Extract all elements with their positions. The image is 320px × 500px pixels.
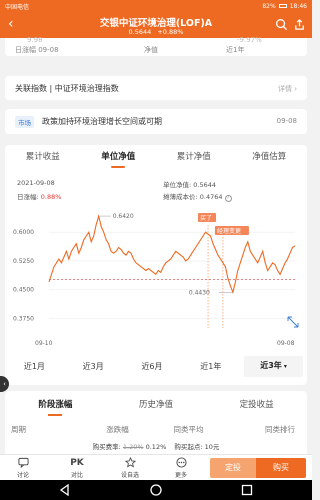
tab-sip-returns[interactable]: 定投收益 <box>206 395 307 415</box>
period-3y[interactable]: 近3年 ▾ <box>244 355 303 377</box>
search-icon[interactable] <box>275 18 288 31</box>
pk-compare-button[interactable]: PK 对比 <box>62 457 92 479</box>
tab-stage-returns[interactable]: 阶段涨幅 <box>5 395 106 416</box>
pk-icon: PK <box>70 458 84 468</box>
chart-daily-change: 日涨幅: 0.88% <box>17 191 61 201</box>
nav-recents-icon[interactable] <box>240 483 254 497</box>
chart-card: 累计收益 单位净值 累计净值 净值估算 2021-09-08 日涨幅: 0.88… <box>5 145 307 385</box>
tab-history-nav[interactable]: 历史净值 <box>106 395 207 415</box>
news-card[interactable]: 市场 政策加持环境治理增长空间或可期 09-08 <box>5 109 307 134</box>
col-peer-avg: 同类平均 <box>173 425 204 434</box>
fee-old: 1.20% <box>122 443 144 451</box>
carrier-label: 中国电信 <box>5 3 30 11</box>
col-change: 涨跌幅 <box>106 425 129 434</box>
system-nav-bar <box>0 480 312 500</box>
fee-info: 购买费率: 1.20% 0.12% 购买起点: 10元 <box>0 441 312 453</box>
sip-button[interactable]: 定投 <box>210 458 256 478</box>
fee-label: 购买费率: <box>92 443 121 451</box>
news-title: 政策加持环境治理增长空间或可期 <box>42 117 162 126</box>
news-date: 09-08 <box>276 117 297 125</box>
chat-icon <box>8 457 38 470</box>
period-3y-label: 近3年 <box>260 360 282 370</box>
manager-marker-label: 经理变更 <box>217 227 241 235</box>
stage-returns-header: 周期 涨跌幅 同类平均 同类排行 <box>5 424 307 435</box>
period-6m[interactable]: 近6月 <box>123 361 182 372</box>
summary-label-year: 近1年 <box>226 46 245 54</box>
star-icon <box>115 456 145 470</box>
more-icon <box>166 457 196 470</box>
cost-label: 摊薄成本价: <box>163 193 198 201</box>
clock-label: 18:46 <box>289 2 307 10</box>
nav-home-icon[interactable] <box>149 483 163 497</box>
bottom-tabs: 阶段涨幅 历史净值 定投收益 <box>5 395 307 416</box>
period-selector: 近1月 近3月 近6月 近1年 近3年 ▾ <box>5 353 307 379</box>
add-favorite-button[interactable]: 设自选 <box>115 456 145 479</box>
related-index-detail-link[interactable]: 详情 › <box>278 84 297 94</box>
col-peer-rank: 同类排行 <box>265 425 295 434</box>
tab-unit-nav[interactable]: 单位净值 <box>81 147 157 168</box>
news-tag: 市场 <box>15 116 34 128</box>
ghost-value-left: 9.98 <box>27 36 43 44</box>
col-period: 周期 <box>11 425 26 434</box>
ghost-value-right: -9.97% <box>237 36 262 44</box>
y-tick-label: 0.6000 <box>13 229 34 236</box>
dropdown-icon: ▾ <box>281 362 287 370</box>
min-label: 0.4430 <box>189 289 210 296</box>
y-tick-label: 0.4500 <box>13 287 34 294</box>
max-label: 0.6420 <box>113 213 134 220</box>
share-icon[interactable] <box>293 18 306 31</box>
fee-new: 0.12% <box>145 443 167 451</box>
summary-label-nav: 净值 <box>144 46 158 54</box>
related-index-card[interactable]: 关联指数 | 中证环境治理指数 详情 › <box>5 76 307 100</box>
pk-label: 对比 <box>70 472 83 479</box>
chevron-right-icon: › <box>294 85 297 93</box>
battery-icon <box>278 4 287 8</box>
chart-cost-info: 摊薄成本价: 0.4764 ? <box>163 191 232 202</box>
chart-nav-info: 单位净值: 0.5644 <box>163 179 216 189</box>
summary-label-daily: 日涨幅 09-08 <box>15 46 59 54</box>
nav-value: 0.5644 <box>193 181 217 189</box>
tab-nav-estimate[interactable]: 净值估算 <box>232 147 308 167</box>
more-label: 更多 <box>174 472 187 479</box>
period-1m[interactable]: 近1月 <box>5 361 64 372</box>
battery-label: 82% <box>262 2 276 10</box>
nav-series-line <box>48 213 296 295</box>
related-index-title: 关联指数 | 中证环境治理指数 <box>15 84 119 93</box>
bottom-action-bar: 讨论 PK 对比 设自选 更多 定投 购买 <box>0 454 312 480</box>
daily-change-value: 0.88% <box>40 193 62 201</box>
chart-tabs: 累计收益 单位净值 累计净值 净值估算 <box>5 147 308 168</box>
fund-nav-value: 0.5644 <box>128 28 152 36</box>
chart-date: 2021-09-08 <box>17 179 55 187</box>
discuss-label: 讨论 <box>16 472 29 479</box>
period-3m[interactable]: 近3月 <box>64 361 123 372</box>
summary-card: 9.98 -9.97% 日涨幅 09-08 净值 近1年 <box>5 36 307 56</box>
x-tick-label: 09-08 <box>277 340 295 347</box>
more-button[interactable]: 更多 <box>166 457 196 479</box>
min-purchase-label: 购买起点: <box>174 443 203 451</box>
min-purchase-value: 10元 <box>204 443 220 451</box>
fund-change-value: +0.88% <box>157 28 184 36</box>
y-tick-label: 0.5250 <box>13 258 34 265</box>
fund-title: 交银中证环境治理(LOF)A <box>99 18 213 29</box>
info-icon[interactable]: ? <box>224 195 232 202</box>
y-tick-label: 0.3750 <box>13 315 34 322</box>
x-tick-label: 09-10 <box>35 340 53 347</box>
favorite-label: 设自选 <box>120 472 139 479</box>
period-1y[interactable]: 近1年 <box>181 361 240 372</box>
tab-cumulative-nav[interactable]: 累计净值 <box>156 147 232 167</box>
nav-label: 单位净值: <box>163 181 192 189</box>
nav-back-icon[interactable] <box>58 483 72 497</box>
status-bar: 中国电信 82% 18:46 <box>0 0 312 12</box>
daily-change-label: 日涨幅: <box>17 193 39 201</box>
detail-link-label: 详情 <box>277 85 292 93</box>
fund-header: ‹ 交银中证环境治理(LOF)A 0.5644 +0.88% <box>0 12 312 38</box>
cost-value: 0.4764 <box>199 193 223 201</box>
nav-line-chart[interactable]: 0.6000 0.5250 0.4500 0.3750 0.6420 0.4430 买了经理… <box>5 205 307 351</box>
fund-subtitle: 0.5644 +0.88% <box>0 28 312 36</box>
buy-button[interactable]: 购买 <box>256 458 306 478</box>
discuss-button[interactable]: 讨论 <box>8 457 38 479</box>
tab-cumulative-return[interactable]: 累计收益 <box>5 147 81 167</box>
buy-marker-label: 买了 <box>200 214 212 222</box>
